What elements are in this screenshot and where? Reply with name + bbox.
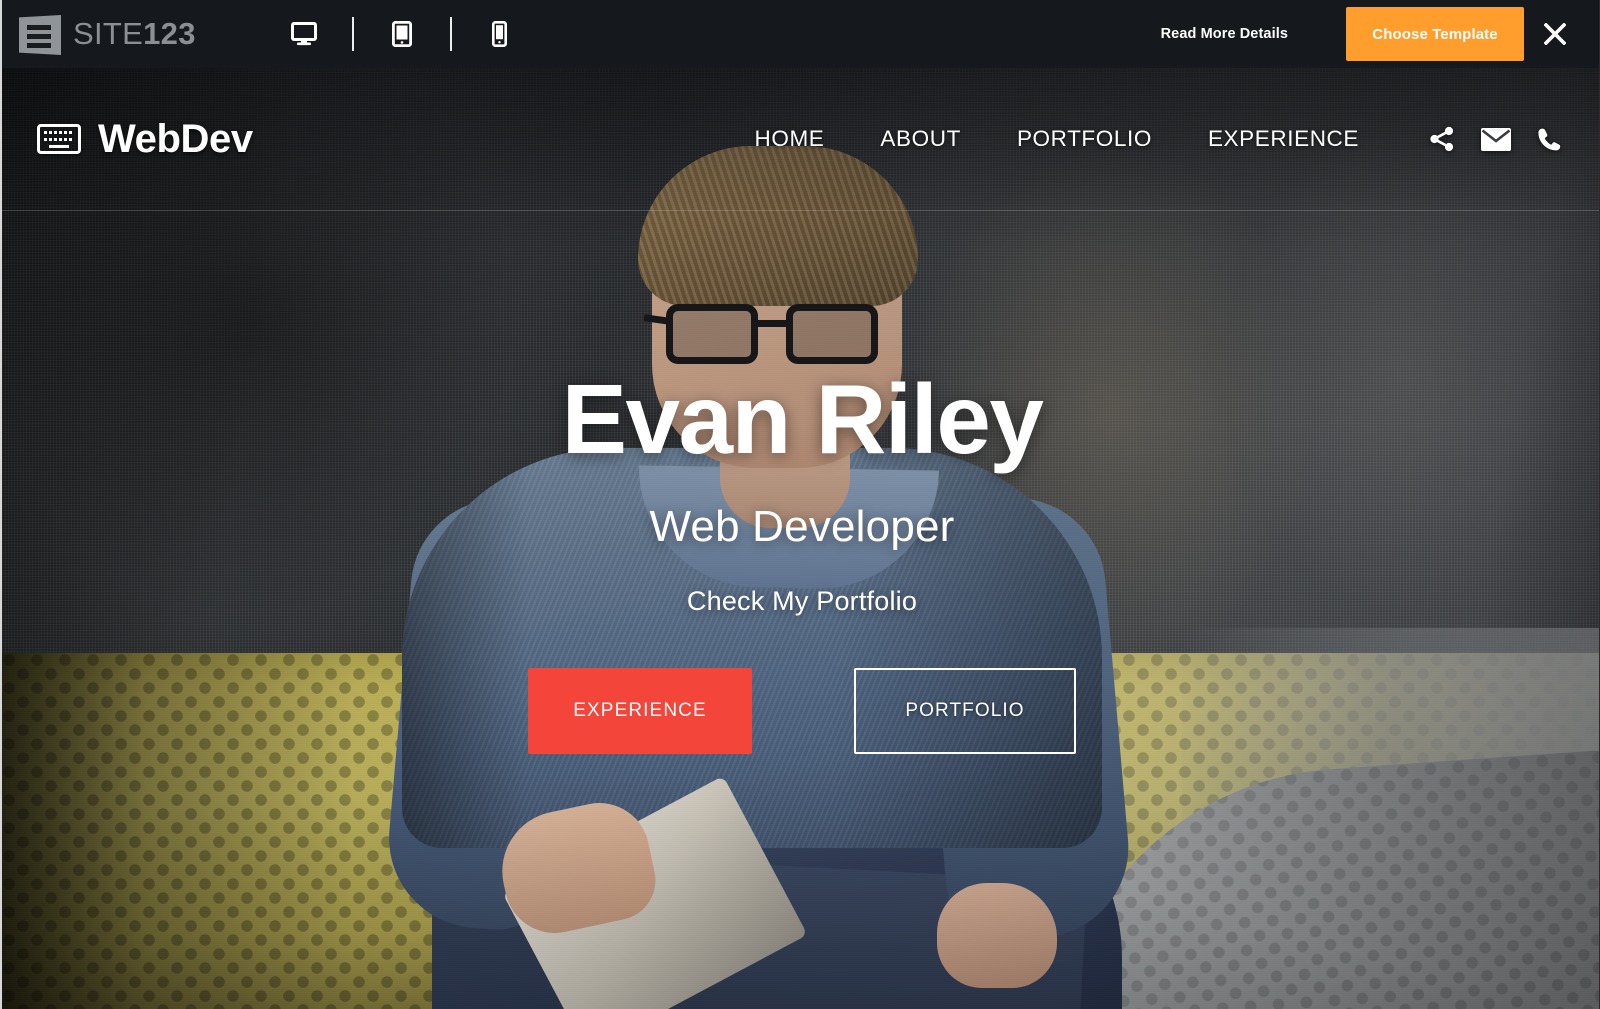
- read-more-details-link[interactable]: Read More Details: [1161, 26, 1288, 42]
- phone-button[interactable]: [1537, 127, 1562, 152]
- desktop-icon: [290, 22, 317, 46]
- builder-bar-actions: Read More Details Choose Template: [1161, 3, 1599, 65]
- choose-template-button[interactable]: Choose Template: [1346, 7, 1524, 61]
- share-icon: [1430, 126, 1454, 152]
- email-button[interactable]: [1481, 127, 1511, 151]
- experience-button[interactable]: EXPERIENCE: [528, 668, 752, 754]
- device-separator-2: [449, 17, 452, 51]
- keyboard-icon: [37, 124, 81, 154]
- device-preview-switcher: [256, 17, 548, 51]
- site-brand[interactable]: WebDev: [37, 117, 253, 162]
- social-links: [1429, 126, 1562, 152]
- portfolio-button[interactable]: PORTFOLIO: [854, 668, 1076, 754]
- close-preview-button[interactable]: [1524, 3, 1586, 65]
- device-tablet-button[interactable]: [354, 21, 450, 47]
- close-icon: [1544, 23, 1566, 45]
- share-button[interactable]: [1429, 126, 1455, 152]
- mobile-icon: [492, 21, 508, 47]
- site123-logo-text-light: SITE: [73, 16, 144, 51]
- site-navigation: HOME ABOUT PORTFOLIO EXPERIENCE: [727, 126, 1572, 152]
- site123-logo[interactable]: SITE123: [16, 11, 196, 57]
- site123-template-preview: SITE123 Read More Details Choose Templat…: [0, 0, 1600, 1009]
- device-desktop-button[interactable]: [256, 22, 352, 46]
- site-header: WebDev HOME ABOUT PORTFOLIO EXPERIENCE: [2, 68, 1599, 211]
- nav-item-experience[interactable]: EXPERIENCE: [1180, 126, 1387, 152]
- builder-top-bar: SITE123 Read More Details Choose Templat…: [2, 0, 1599, 68]
- site123-logo-text: SITE123: [73, 16, 196, 52]
- site-brand-name: WebDev: [98, 116, 253, 161]
- device-separator-1: [351, 17, 354, 51]
- site123-logo-icon: [16, 11, 62, 57]
- nav-item-home[interactable]: HOME: [727, 126, 853, 152]
- hero-cta-group: EXPERIENCE PORTFOLIO: [528, 668, 1076, 754]
- nav-item-about[interactable]: ABOUT: [852, 126, 989, 152]
- tablet-icon: [391, 21, 412, 47]
- device-mobile-button[interactable]: [452, 21, 548, 47]
- hero-tagline: Check My Portfolio: [686, 586, 918, 616]
- phone-icon: [1538, 128, 1561, 150]
- hero-subtitle: Web Developer: [649, 502, 955, 551]
- hero-title: Evan Riley: [561, 364, 1044, 474]
- site123-logo-text-bold: 123: [143, 16, 196, 51]
- hero-section: WebDev HOME ABOUT PORTFOLIO EXPERIENCE E…: [2, 68, 1599, 1009]
- email-icon: [1481, 127, 1511, 151]
- nav-item-portfolio[interactable]: PORTFOLIO: [989, 126, 1180, 152]
